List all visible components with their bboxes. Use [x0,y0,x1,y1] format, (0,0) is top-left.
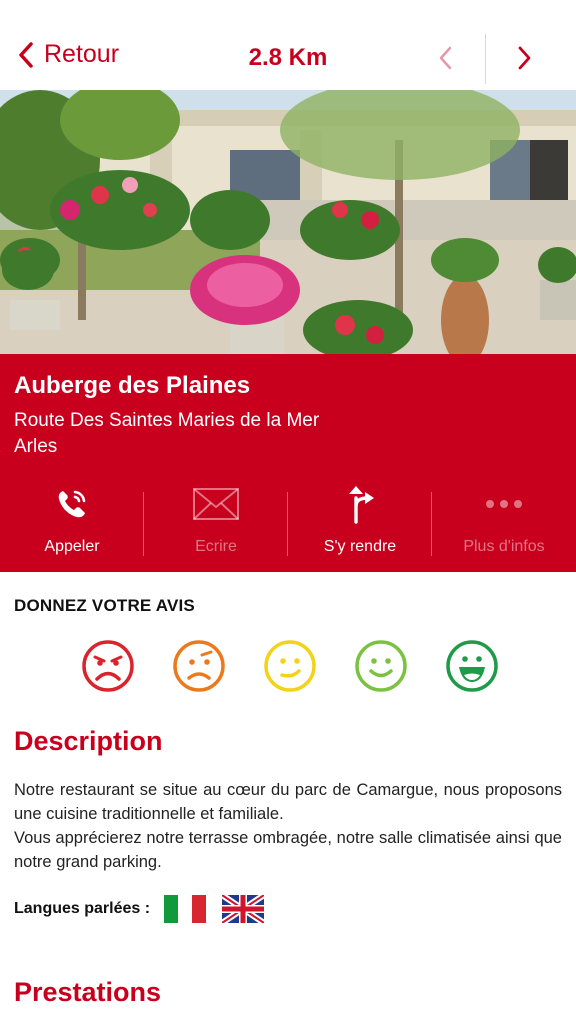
place-name: Auberge des Plaines [14,372,251,399]
address-line-1: Route Des Saintes Maries de la Mer [14,410,320,431]
happy-smiley-icon[interactable] [353,638,409,694]
very-happy-smiley-icon[interactable] [444,638,500,694]
very-unhappy-smiley-icon[interactable] [80,638,136,694]
description-text: Notre restaurant se situe au cœur du par… [14,778,562,874]
write-button[interactable]: Ecrire [144,484,288,560]
languages-label: Langues parlées : [14,900,151,917]
more-info-button[interactable]: Plus d'infos [432,484,576,560]
italian-flag-icon [164,895,207,923]
next-item-button[interactable] [512,44,536,72]
place-photo [0,90,576,354]
write-label: Ecrire [195,538,237,555]
unhappy-smiley-icon[interactable] [171,638,227,694]
review-title: DONNEZ VOTRE AVIS [14,596,195,615]
place-info-panel: Auberge des Plaines Route Des Saintes Ma… [0,354,576,572]
description-title: Description [14,726,163,756]
address-line-2: Arles [14,436,58,457]
more-info-label: Plus d'infos [463,538,545,555]
call-label: Appeler [44,538,100,555]
top-nav-bar: Retour 2.8 Km [0,0,576,90]
mail-icon [193,488,239,520]
languages-row: Langues parlées : [14,894,280,924]
description-paragraph-2: Vous apprécierez notre terrasse ombragée… [14,829,562,871]
action-bar: Appeler Ecrire S'y rendre Plus d'infos [0,484,576,560]
distance-label: 2.8 Km [248,44,328,71]
phone-icon [58,490,86,518]
previous-item-button[interactable] [434,44,458,72]
rating-smileys [80,638,500,694]
prestations-title: Prestations [14,977,162,1007]
directions-icon [349,486,374,524]
nav-divider [485,34,486,84]
neutral-smiley-icon[interactable] [262,638,318,694]
more-icon [486,500,522,508]
directions-label: S'y rendre [323,538,397,555]
call-button[interactable]: Appeler [0,484,144,560]
directions-button[interactable]: S'y rendre [288,484,432,560]
uk-flag-icon [222,895,265,923]
description-paragraph-1: Notre restaurant se situe au cœur du par… [14,781,562,823]
